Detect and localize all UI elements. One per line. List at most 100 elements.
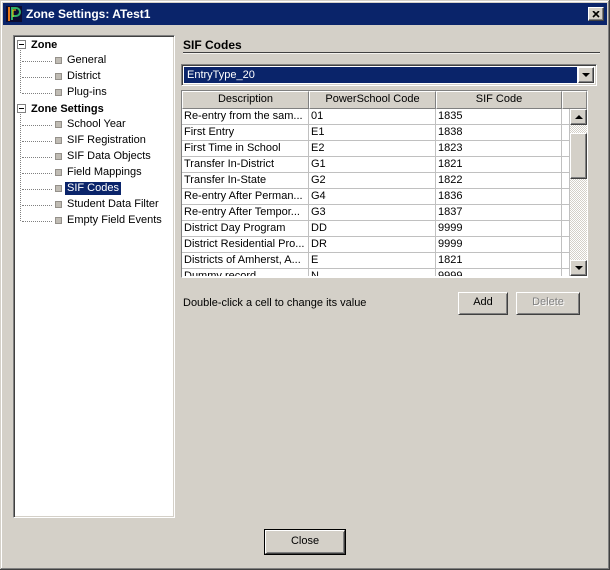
table-cell-filler (562, 221, 570, 237)
scroll-up-button[interactable] (570, 109, 587, 125)
tree-item-student-data-filter[interactable]: Student Data Filter (15, 197, 173, 213)
table-cell[interactable]: E (309, 253, 436, 269)
table-cell[interactable]: 1836 (436, 189, 562, 205)
table-cell[interactable]: N (309, 269, 436, 276)
table-cell[interactable]: G2 (309, 173, 436, 189)
tree-leaf-icon (55, 217, 62, 224)
scrollbar-thumb[interactable] (570, 133, 587, 179)
table-cell[interactable]: E2 (309, 141, 436, 157)
table-row[interactable]: Districts of Amherst, A...E1821 (182, 253, 570, 269)
tree-item-sif-codes[interactable]: SIF Codes (15, 181, 173, 197)
table-cell[interactable]: First Time in School (182, 141, 309, 157)
delete-button[interactable]: Delete (516, 292, 580, 315)
table-row[interactable]: First EntryE11838 (182, 125, 570, 141)
table-cell[interactable]: 1835 (436, 109, 562, 125)
column-header-description[interactable]: Description (182, 91, 309, 109)
table-cell[interactable]: Re-entry from the sam... (182, 109, 309, 125)
tree-connector-line (22, 125, 52, 126)
table-cell[interactable]: G1 (309, 157, 436, 173)
panel-title-rule (183, 52, 600, 54)
sif-codes-table[interactable]: DescriptionPowerSchool CodeSIF Code Re-e… (181, 90, 588, 278)
table-row[interactable]: Re-entry from the sam...011835 (182, 109, 570, 125)
table-cell[interactable]: 1821 (436, 157, 562, 173)
table-scrollbar[interactable] (570, 109, 587, 276)
zone-tree[interactable]: ZoneGeneral DistrictPlug-insZone Settings… (13, 35, 175, 518)
tree-item-field-mappings[interactable]: Field Mappings (15, 165, 173, 181)
tree-connector-line (22, 189, 52, 190)
tree-item-empty-field-events[interactable]: Empty Field Events (15, 213, 173, 229)
tree-item-district[interactable]: District (15, 69, 173, 85)
table-cell-filler (562, 125, 570, 141)
tree-item-plug-ins[interactable]: Plug-ins (15, 85, 173, 101)
table-cell[interactable]: 1837 (436, 205, 562, 221)
window-title: Zone Settings: ATest1 (26, 7, 150, 21)
titlebar[interactable]: Zone Settings: ATest1 (3, 3, 607, 25)
table-row[interactable]: District Day ProgramDD9999 (182, 221, 570, 237)
table-cell[interactable]: Transfer In-District (182, 157, 309, 173)
table-cell[interactable]: 01 (309, 109, 436, 125)
table-cell-filler (562, 269, 570, 276)
close-button[interactable]: Close (265, 530, 345, 554)
table-body[interactable]: Re-entry from the sam...011835First Entr… (182, 109, 570, 276)
table-cell[interactable]: DD (309, 221, 436, 237)
table-cell[interactable]: DR (309, 237, 436, 253)
table-row[interactable]: First Time in SchoolE21823 (182, 141, 570, 157)
tree-leaf-icon (55, 201, 62, 208)
table-row[interactable]: Re-entry After Perman...G41836 (182, 189, 570, 205)
tree-group-zone-settings[interactable]: Zone Settings (15, 101, 173, 117)
table-cell[interactable]: 1821 (436, 253, 562, 269)
add-button[interactable]: Add (458, 292, 508, 315)
table-cell[interactable]: 1823 (436, 141, 562, 157)
chevron-down-icon (582, 73, 590, 77)
table-cell[interactable]: District Residential Pro... (182, 237, 309, 253)
table-row[interactable]: Transfer In-DistrictG11821 (182, 157, 570, 173)
tree-item-label: SIF Codes (65, 182, 121, 195)
table-cell[interactable]: G4 (309, 189, 436, 205)
table-cell[interactable]: Dummy record (182, 269, 309, 276)
table-cell-filler (562, 157, 570, 173)
minus-box-icon[interactable] (17, 104, 26, 113)
table-cell[interactable]: First Entry (182, 125, 309, 141)
tree-item-school-year[interactable]: School Year (15, 117, 173, 133)
code-set-dropdown[interactable]: EntryType_20 (181, 64, 597, 86)
scroll-down-button[interactable] (570, 260, 587, 276)
table-cell-filler (562, 141, 570, 157)
table-cell[interactable]: 9999 (436, 221, 562, 237)
tree-item-label: School Year (65, 118, 128, 131)
tree-leaf-icon (55, 89, 62, 96)
tree-item-label: Empty Field Events (65, 214, 164, 227)
table-cell[interactable]: 9999 (436, 237, 562, 253)
table-cell-filler (562, 173, 570, 189)
column-header-spacer (562, 91, 587, 109)
close-window-button[interactable] (588, 7, 604, 21)
tree-connector-line (22, 157, 52, 158)
table-cell[interactable]: Re-entry After Tempor... (182, 205, 309, 221)
tree-item-general[interactable]: General (15, 53, 173, 69)
column-header-sif-code[interactable]: SIF Code (436, 91, 562, 109)
table-row[interactable]: District Residential Pro...DR9999 (182, 237, 570, 253)
table-cell[interactable]: Transfer In-State (182, 173, 309, 189)
tree-item-sif-registration[interactable]: SIF Registration (15, 133, 173, 149)
table-cell[interactable]: E1 (309, 125, 436, 141)
table-cell[interactable]: 1838 (436, 125, 562, 141)
tree-group-zone[interactable]: Zone (15, 37, 173, 53)
table-cell[interactable]: G3 (309, 205, 436, 221)
table-row[interactable]: Dummy recordN9999 (182, 269, 570, 276)
column-header-powerschool-code[interactable]: PowerSchool Code (309, 91, 436, 109)
table-cell[interactable]: 9999 (436, 269, 562, 276)
tree-connector-line (22, 141, 52, 142)
tree-item-sif-data-objects[interactable]: SIF Data Objects (15, 149, 173, 165)
arrow-down-icon (575, 266, 583, 270)
tree-item-label: General (65, 54, 108, 67)
table-cell[interactable]: District Day Program (182, 221, 309, 237)
tree-leaf-icon (55, 57, 62, 64)
table-row[interactable]: Re-entry After Tempor...G31837 (182, 205, 570, 221)
table-cell[interactable]: 1822 (436, 173, 562, 189)
table-cell[interactable]: Re-entry After Perman... (182, 189, 309, 205)
table-row[interactable]: Transfer In-StateG21822 (182, 173, 570, 189)
dropdown-arrow-button[interactable] (578, 67, 594, 83)
table-cell-filler (562, 237, 570, 253)
tree-connector-line (22, 77, 52, 78)
minus-box-icon[interactable] (17, 40, 26, 49)
table-cell[interactable]: Districts of Amherst, A... (182, 253, 309, 269)
